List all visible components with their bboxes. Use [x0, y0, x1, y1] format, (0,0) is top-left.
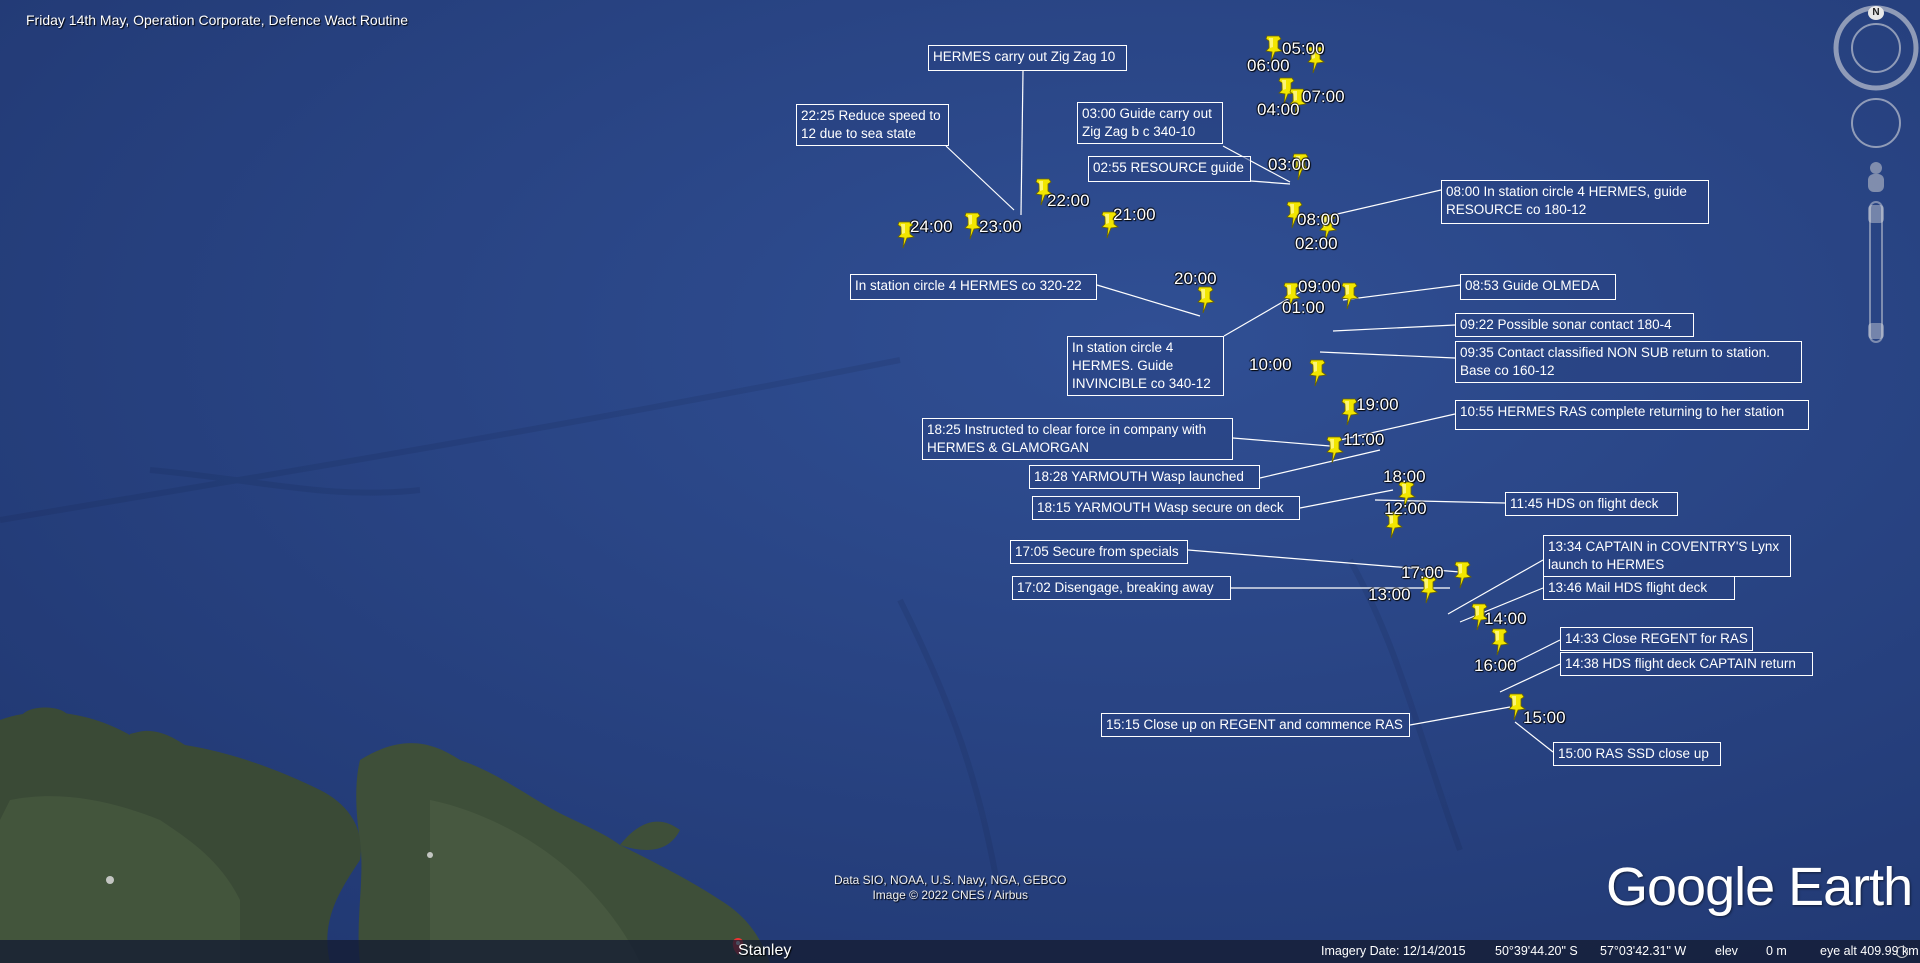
annotation-callout[interactable]: In station circle 4 HERMES. Guide INVINC…	[1067, 336, 1224, 396]
annotation-callout[interactable]: 09:35 Contact classified NON SUB return …	[1455, 341, 1802, 383]
placemark-time-label[interactable]: 20:00	[1174, 269, 1217, 289]
annotation-callout[interactable]: 18:15 YARMOUTH Wasp secure on deck	[1032, 496, 1300, 520]
placemark-time-label[interactable]: 19:00	[1356, 395, 1399, 415]
placemark-time-label[interactable]: 09:00	[1298, 277, 1341, 297]
placemark-time-label[interactable]: 12:00	[1384, 499, 1427, 519]
placemark-time-label[interactable]: 18:00	[1383, 467, 1426, 487]
compass-north-icon[interactable]: N	[1868, 6, 1884, 20]
annotation-callout[interactable]: 18:28 YARMOUTH Wasp launched	[1029, 465, 1260, 489]
placemark-time-label[interactable]: 21:00	[1113, 205, 1156, 225]
annotation-callout[interactable]: 03:00 Guide carry out Zig Zag b c 340-10	[1077, 102, 1223, 144]
placemark-time-label[interactable]: 10:00	[1249, 355, 1292, 375]
imagery-date: Imagery Date: 12/14/2015	[1321, 944, 1466, 958]
annotation-callout[interactable]: HERMES carry out Zig Zag 10	[928, 45, 1127, 71]
annotation-callout[interactable]: 14:33 Close REGENT for RAS	[1560, 627, 1753, 651]
status-indicator-icon	[1896, 946, 1908, 958]
placemark-time-label[interactable]: 07:00	[1302, 87, 1345, 107]
annotation-callout[interactable]: 13:46 Mail HDS flight deck	[1543, 576, 1735, 600]
credits-line-image: Image © 2022 CNES / Airbus	[872, 888, 1029, 902]
map-canvas[interactable]	[0, 0, 1920, 963]
annotation-callout[interactable]: 02:55 RESOURCE guide	[1088, 156, 1251, 182]
placemark-time-label[interactable]: 04:00	[1257, 100, 1300, 120]
annotation-callout[interactable]: 22:25 Reduce speed to 12 due to sea stat…	[796, 104, 949, 146]
annotation-callout[interactable]: 09:22 Possible sonar contact 180-4	[1455, 313, 1694, 337]
placemark-time-label[interactable]: 17:00	[1401, 563, 1444, 583]
annotation-callout[interactable]: 15:15 Close up on REGENT and commence RA…	[1101, 713, 1410, 737]
annotation-callout[interactable]: 14:38 HDS flight deck CAPTAIN return	[1560, 652, 1813, 676]
imagery-credits: Data SIO, NOAA, U.S. Navy, NGA, GEBCO Im…	[834, 873, 1067, 903]
placemark-time-label[interactable]: 11:00	[1343, 430, 1384, 450]
annotation-callout[interactable]: 15:00 RAS SSD close up	[1553, 742, 1721, 766]
placemark-time-label[interactable]: 14:00	[1484, 609, 1527, 629]
placemark-time-label[interactable]: 24:00	[910, 217, 953, 237]
annotation-callout[interactable]: 18:25 Instructed to clear force in compa…	[922, 418, 1233, 460]
placemark-time-label[interactable]: 23:00	[979, 217, 1022, 237]
credits-line-data: Data SIO, NOAA, U.S. Navy, NGA, GEBCO	[834, 873, 1067, 887]
latitude-readout: 50°39'44.20" S	[1495, 944, 1578, 958]
placemark-time-label[interactable]: 13:00	[1368, 585, 1411, 605]
placemark-time-label[interactable]: 22:00	[1047, 191, 1090, 211]
elevation-label: elev	[1715, 944, 1738, 958]
placemark-time-label[interactable]: 06:00	[1247, 56, 1290, 76]
placemark-time-label[interactable]: 15:00	[1523, 708, 1566, 728]
placemark-time-label[interactable]: 01:00	[1282, 298, 1325, 318]
annotation-callout[interactable]: 11:45 HDS on flight deck	[1505, 492, 1678, 516]
elevation-value: 0 m	[1766, 944, 1787, 958]
annotation-callout[interactable]: 08:53 Guide OLMEDA	[1460, 274, 1616, 300]
annotation-callout[interactable]: 13:34 CAPTAIN in COVENTRY'S Lynx launch …	[1543, 535, 1791, 577]
annotation-callout[interactable]: 17:02 Disengage, breaking away	[1012, 576, 1231, 600]
longitude-readout: 57°03'42.31" W	[1600, 944, 1687, 958]
placemark-time-label[interactable]: 02:00	[1295, 234, 1338, 254]
placemark-time-label[interactable]: 03:00	[1268, 155, 1311, 175]
annotation-callout[interactable]: In station circle 4 HERMES co 320-22	[850, 274, 1097, 300]
place-label-stanley[interactable]: Stanley	[738, 942, 791, 960]
annotation-callout[interactable]: 08:00 In station circle 4 HERMES, guide …	[1441, 180, 1709, 224]
google-earth-logo: Google Earth	[1606, 857, 1913, 917]
annotation-callout[interactable]: 17:05 Secure from specials	[1010, 540, 1188, 564]
placemark-time-label[interactable]: 08:00	[1297, 210, 1340, 230]
annotation-callout[interactable]: 10:55 HERMES RAS complete returning to h…	[1455, 400, 1809, 430]
map-title: Friday 14th May, Operation Corporate, De…	[26, 12, 409, 28]
placemark-time-label[interactable]: 16:00	[1474, 656, 1517, 676]
